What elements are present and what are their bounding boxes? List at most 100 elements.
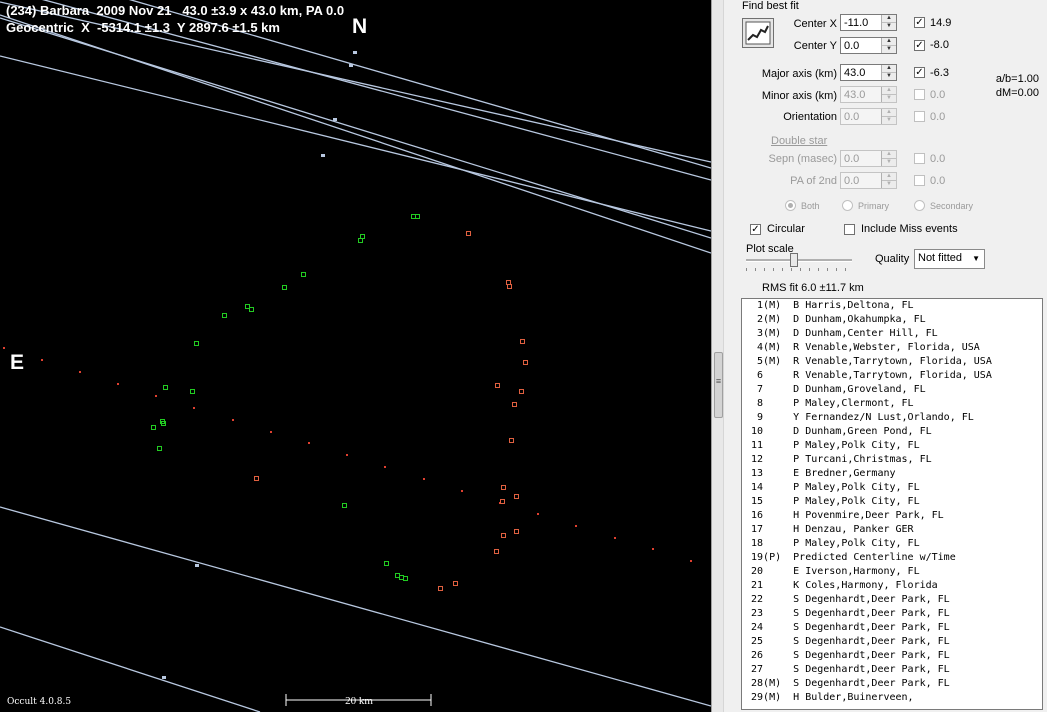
observer-row[interactable]: 7 D Dunham,Groveland, FL	[742, 383, 1042, 397]
spin-down-icon[interactable]: ▼	[882, 72, 896, 80]
observer-row[interactable]: 21 K Coles,Harmony, Florida	[742, 579, 1042, 593]
predicted-path-dot	[155, 395, 157, 397]
observer-row[interactable]: 4(M) R Venable,Webster, Florida, USA	[742, 341, 1042, 355]
major-axis-input[interactable]	[841, 65, 884, 80]
observer-row[interactable]: 23 S Degenhardt,Deer Park, FL	[742, 607, 1042, 621]
version-label: Occult 4.0.8.5	[7, 697, 72, 707]
double-star-link[interactable]: Double star	[771, 135, 827, 147]
reappearance-marker	[509, 438, 514, 443]
observer-row[interactable]: 13 E Bredner,Germany	[742, 467, 1042, 481]
spin-down-icon[interactable]: ▼	[882, 45, 896, 53]
radio-secondary[interactable]	[914, 200, 925, 211]
observer-row[interactable]: 20 E Iverson,Harmony, FL	[742, 565, 1042, 579]
disappearance-marker	[151, 425, 156, 430]
reappearance-marker	[512, 402, 517, 407]
center-x-checkbox[interactable]: ✓	[914, 17, 925, 28]
observer-row[interactable]: 10 D Dunham,Green Pond, FL	[742, 425, 1042, 439]
reappearance-marker	[254, 476, 259, 481]
predicted-path-dot	[117, 383, 119, 385]
pa2-result: 0.0	[930, 175, 946, 187]
observer-row[interactable]: 26 S Degenhardt,Deer Park, FL	[742, 649, 1042, 663]
observer-row[interactable]: 25 S Degenhardt,Deer Park, FL	[742, 635, 1042, 649]
disappearance-marker	[245, 304, 250, 309]
predicted-path-dot	[461, 490, 463, 492]
center-x-spinner[interactable]: ▲▼	[840, 14, 897, 31]
spin-up-icon[interactable]: ▲	[882, 15, 896, 22]
predicted-path-dot	[614, 537, 616, 539]
predicted-path-dot	[270, 431, 272, 433]
orientation-spinner: ▲▼	[840, 108, 897, 125]
radio-secondary-label: Secondary	[930, 201, 974, 211]
center-y-spinner[interactable]: ▲▼	[840, 37, 897, 54]
disappearance-marker	[415, 214, 420, 219]
observer-row[interactable]: 24 S Degenhardt,Deer Park, FL	[742, 621, 1042, 635]
predicted-path-dot	[423, 478, 425, 480]
fit-panel: Find best fit Center X ▲▼ ✓ 14.9 Center …	[724, 0, 1047, 712]
predicted-path-dot	[690, 560, 692, 562]
observer-row[interactable]: 5(M) R Venable,Tarrytown, Florida, USA	[742, 355, 1042, 369]
observer-row[interactable]: 9 Y Fernandez/N Lust,Orlando, FL	[742, 411, 1042, 425]
plot-scale-slider[interactable]	[746, 253, 852, 276]
orientation-checkbox	[914, 111, 925, 122]
observer-row[interactable]: 29(M) H Bulder,Buinerveen,	[742, 691, 1042, 705]
minor-axis-result: 0.0	[930, 89, 946, 101]
disappearance-marker	[342, 503, 347, 508]
pa2-spinner: ▲▼	[840, 172, 897, 189]
reappearance-marker	[514, 529, 519, 534]
center-y-input[interactable]	[841, 38, 884, 53]
include-miss-checkbox[interactable]	[844, 224, 855, 235]
geocentric-position: Geocentric X -5314.1 ±1.3 Y 2897.6 ±1.5 …	[6, 20, 280, 35]
observer-row[interactable]: 12 P Turcani,Christmas, FL	[742, 453, 1042, 467]
panel-splitter[interactable]: ≡	[711, 0, 724, 712]
observer-row[interactable]: 2(M) D Dunham,Okahumpka, FL	[742, 313, 1042, 327]
sepn-result: 0.0	[930, 153, 946, 165]
observer-row[interactable]: 15 P Maley,Polk City, FL	[742, 495, 1042, 509]
radio-primary[interactable]	[842, 200, 853, 211]
observer-row[interactable]: 22 S Degenhardt,Deer Park, FL	[742, 593, 1042, 607]
spin-down-icon[interactable]: ▼	[882, 22, 896, 30]
east-label: E	[10, 351, 25, 374]
observer-row[interactable]: 17 H Denzau, Panker GER	[742, 523, 1042, 537]
observer-row[interactable]: 28(M) S Degenhardt,Deer Park, FL	[742, 677, 1042, 691]
observer-row[interactable]: 18 P Maley,Polk City, FL	[742, 537, 1042, 551]
observer-list[interactable]: 1(M) B Harris,Deltona, FL 2(M) D Dunham,…	[741, 298, 1043, 710]
sepn-checkbox	[914, 153, 925, 164]
reappearance-marker	[495, 383, 500, 388]
observer-row[interactable]: 16 H Povenmire,Deer Park, FL	[742, 509, 1042, 523]
observer-row[interactable]: 27 S Degenhardt,Deer Park, FL	[742, 663, 1042, 677]
observer-row[interactable]: 8 P Maley,Clermont, FL	[742, 397, 1042, 411]
occultation-plot[interactable]: (234) Barbara 2009 Nov 21 43.0 ±3.9 x 43…	[0, 0, 711, 712]
observer-row[interactable]: 11 P Maley,Polk City, FL	[742, 439, 1042, 453]
minor-axis-label: Minor axis (km)	[761, 90, 837, 102]
observer-row[interactable]: 1(M) B Harris,Deltona, FL	[742, 299, 1042, 313]
observer-row[interactable]: 14 P Maley,Polk City, FL	[742, 481, 1042, 495]
dropdown-arrow-icon[interactable]: ▼	[972, 254, 980, 263]
disappearance-marker	[163, 385, 168, 390]
center-y-checkbox[interactable]: ✓	[914, 40, 925, 51]
observer-row[interactable]: 3(M) D Dunham,Center Hill, FL	[742, 327, 1042, 341]
disappearance-marker	[360, 234, 365, 239]
spin-up-icon[interactable]: ▲	[882, 38, 896, 45]
quality-label: Quality	[875, 253, 910, 265]
major-axis-spinner[interactable]: ▲▼	[840, 64, 897, 81]
orientation-label: Orientation	[783, 111, 837, 123]
reappearance-marker	[519, 389, 524, 394]
center-x-input[interactable]	[841, 15, 884, 30]
spin-up-icon: ▲	[882, 109, 896, 116]
circular-checkbox[interactable]: ✓	[750, 224, 761, 235]
quality-select[interactable]: Not fitted ▼	[914, 249, 985, 269]
disappearance-marker	[384, 561, 389, 566]
orientation-result: 0.0	[930, 111, 946, 123]
reappearance-marker	[520, 339, 525, 344]
radio-both[interactable]	[785, 200, 796, 211]
observer-row[interactable]: 6 R Venable,Tarrytown, Florida, USA	[742, 369, 1042, 383]
reappearance-marker	[494, 549, 499, 554]
spin-up-icon[interactable]: ▲	[882, 65, 896, 72]
splitter-grip[interactable]: ≡	[714, 352, 723, 418]
observer-row[interactable]: 19(P) Predicted Centerline w/Time	[742, 551, 1042, 565]
major-axis-checkbox[interactable]: ✓	[914, 67, 925, 78]
scale-bar-label: 20 km	[345, 695, 373, 707]
slider-thumb[interactable]	[790, 253, 798, 267]
reappearance-marker	[506, 280, 511, 285]
disappearance-marker	[399, 575, 404, 580]
